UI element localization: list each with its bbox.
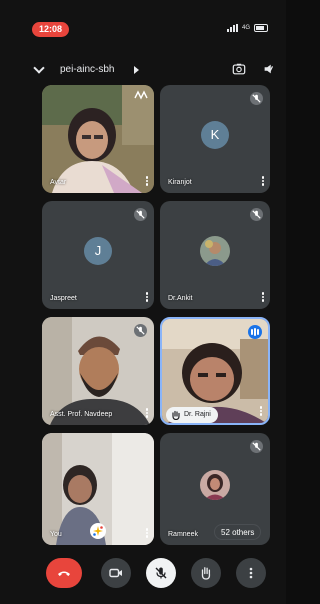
tile-more-icon[interactable] [145,408,149,419]
mic-off-icon [250,92,263,105]
participant-tile-kiranjot[interactable]: K Kiranjot [160,85,270,193]
participant-video [42,85,154,193]
participant-tile-jaspreet[interactable]: J Jaspreet [42,201,154,309]
hand-raised-badge: Dr. Rajni [166,407,218,423]
avatar: J [84,237,112,265]
participant-tile-navdeep[interactable]: Asst. Prof. Navdeep [42,317,154,425]
tile-more-icon[interactable] [259,406,263,417]
tile-more-icon[interactable] [261,176,265,187]
raised-hand-icon [172,410,180,420]
participant-name: Avtar [50,179,67,186]
status-icons: 4G [226,24,268,32]
meeting-header: pei-ainc-sbh [0,58,286,82]
microphone-off-icon [155,567,167,579]
call-controls [0,556,286,592]
tile-more-icon[interactable] [145,292,149,303]
participant-tile-you[interactable]: You [42,433,154,545]
participant-name: Dr. Rajni [184,411,211,418]
status-bar: 12:08 4G [0,0,286,40]
meeting-code[interactable]: pei-ainc-sbh [60,64,114,75]
tile-more-icon[interactable] [145,176,149,187]
chevron-down-icon[interactable] [33,62,45,74]
mic-off-icon [250,440,263,453]
mic-off-icon [134,208,147,221]
meeting-details-chevron-icon[interactable] [134,66,139,74]
more-options-button[interactable] [236,558,266,588]
end-call-button[interactable] [46,558,82,588]
more-vert-icon [249,567,253,579]
raise-hand-icon [201,567,211,580]
mic-off-icon [250,208,263,221]
raise-hand-button[interactable] [191,558,221,588]
mic-off-icon [134,324,147,337]
avatar [200,236,230,266]
audio-wave-icon [134,90,148,100]
meet-screen: 12:08 4G pei-ainc-sbh Avtar K Kiranjot J… [0,0,286,604]
participant-name: Asst. Prof. Navdeep [50,411,113,418]
end-call-icon [58,571,70,576]
network-label: 4G [241,25,250,31]
participant-name: Dr.Ankit [168,295,193,302]
participant-name: Kiranjot [168,179,192,186]
participant-tile-dr-rajni[interactable]: Dr. Rajni [160,317,270,425]
participant-name: You [50,531,62,538]
microphone-button[interactable] [146,558,176,588]
speaking-indicator-icon [248,325,262,339]
participant-tile-dr-ankit[interactable]: Dr.Ankit [160,201,270,309]
camera-switch-icon[interactable] [232,62,246,76]
avatar: K [201,121,229,149]
participant-name: Jaspreet [50,295,77,302]
camera-icon [109,568,122,578]
tile-more-icon[interactable] [145,528,149,539]
participant-name: Ramneek [168,531,198,538]
others-count-badge[interactable]: 52 others [214,524,262,540]
status-time: 12:08 [32,22,70,37]
signal-icon [226,24,238,32]
effects-icon[interactable] [90,523,106,539]
camera-button[interactable] [101,558,131,588]
battery-icon [254,24,268,32]
audio-output-icon[interactable] [262,62,276,76]
participant-tile-avtar[interactable]: Avtar [42,85,154,193]
participant-tile-ramneek[interactable]: Ramneek 52 others [160,433,270,545]
avatar [200,470,230,500]
tile-more-icon[interactable] [261,292,265,303]
